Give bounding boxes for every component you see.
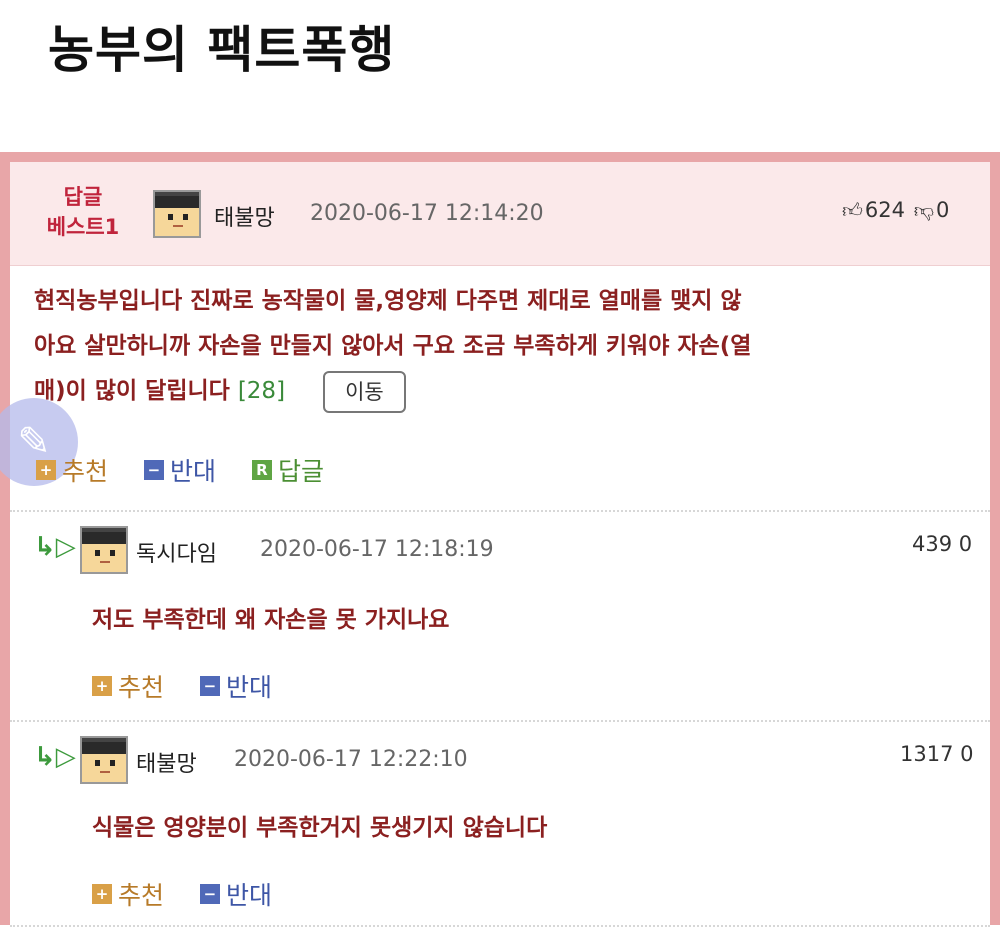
author-nickname[interactable]: 태불망 — [214, 200, 275, 232]
thumbs-up-icon[interactable]: 👍︎ — [842, 198, 863, 223]
move-button[interactable]: 이동 — [323, 370, 406, 413]
thumbs-down-icon[interactable]: 👎︎ — [914, 198, 934, 223]
comment-date: 2020-06-17 12:22:10 — [234, 747, 468, 772]
dislike-count: 0 — [936, 198, 950, 222]
minus-icon: − — [143, 460, 164, 480]
author-nickname[interactable]: 태불망 — [136, 746, 197, 778]
avatar[interactable] — [153, 190, 201, 238]
divider — [10, 510, 990, 512]
recommend-button[interactable]: + 추천 — [92, 876, 164, 912]
reply-actions: + 추천 − 반대 — [92, 876, 300, 912]
minus-icon: − — [199, 676, 220, 696]
avatar[interactable] — [80, 526, 128, 574]
best-comment-header: 답글 베스트1 태불망 2020-06-17 12:14:20 👍︎624 👎︎… — [10, 162, 990, 266]
like-count: 624 — [864, 198, 905, 222]
dislike-count: 0 — [960, 742, 974, 766]
author-nickname[interactable]: 독시다임 — [136, 536, 217, 568]
best-comment-content: 현직농부입니다 진짜로 농작물이 물,영양제 다주면 제대로 열매를 맺지 않 … — [34, 279, 751, 414]
plus-icon: + — [92, 676, 112, 696]
divider — [10, 720, 990, 722]
reply-button[interactable]: R 답글 — [251, 452, 324, 488]
reply-content: 식물은 영양분이 부족한거지 못생기지 않습니다 — [92, 815, 548, 841]
vote-counts: 1317 0 — [900, 742, 974, 766]
recommend-button[interactable]: + 추천 — [36, 452, 108, 488]
comment-date: 2020-06-17 12:18:19 — [260, 537, 494, 562]
content-line: 매)이 많이 달립니다 — [34, 378, 230, 404]
comment-board: 답글 베스트1 태불망 2020-06-17 12:14:20 👍︎624 👎︎… — [0, 152, 1000, 927]
plus-icon: + — [36, 460, 56, 480]
reply-r-icon: R — [251, 460, 272, 480]
content-line: 현직농부입니다 진짜로 농작물이 물,영양제 다주면 제대로 열매를 맺지 않 — [34, 288, 742, 314]
oppose-button[interactable]: − 반대 — [199, 668, 272, 704]
reply-actions: + 추천 − 반대 — [92, 668, 300, 704]
best-badge-line2: 베스트1 — [46, 215, 120, 239]
comment-date: 2020-06-17 12:14:20 — [310, 201, 544, 226]
recommend-button[interactable]: + 추천 — [92, 668, 164, 704]
reply-content: 저도 부족한데 왜 자손을 못 가지나요 — [92, 607, 450, 633]
best-badge: 답글 베스트1 — [28, 182, 138, 242]
like-count: 1317 — [900, 742, 954, 766]
avatar[interactable] — [80, 736, 128, 784]
plus-icon: + — [92, 884, 112, 904]
dislike-count: 0 — [958, 532, 973, 556]
best-badge-line1: 답글 — [63, 185, 103, 209]
reply-arrow-icon: ↳▷ — [34, 742, 76, 772]
content-line: 아요 살만하니까 자손을 만들지 않아서 구요 조금 부족하게 키워야 자손(열 — [34, 333, 752, 359]
minus-icon: − — [199, 884, 220, 904]
reply-arrow-icon: ↳▷ — [34, 532, 76, 562]
oppose-button[interactable]: − 반대 — [143, 452, 216, 488]
content-line-last: 매)이 많이 달립니다 [28] 이동 — [34, 369, 751, 414]
vote-counts: 👍︎624 👎︎0 — [840, 198, 949, 223]
oppose-button[interactable]: − 반대 — [199, 876, 272, 912]
vote-counts: 439 0 — [912, 532, 972, 556]
like-count: 439 — [912, 532, 953, 556]
reply-count: [28] — [237, 378, 286, 404]
page-title: 농부의 팩트폭행 — [48, 21, 396, 79]
best-comment-actions: + 추천 − 반대 R 답글 — [36, 452, 352, 488]
